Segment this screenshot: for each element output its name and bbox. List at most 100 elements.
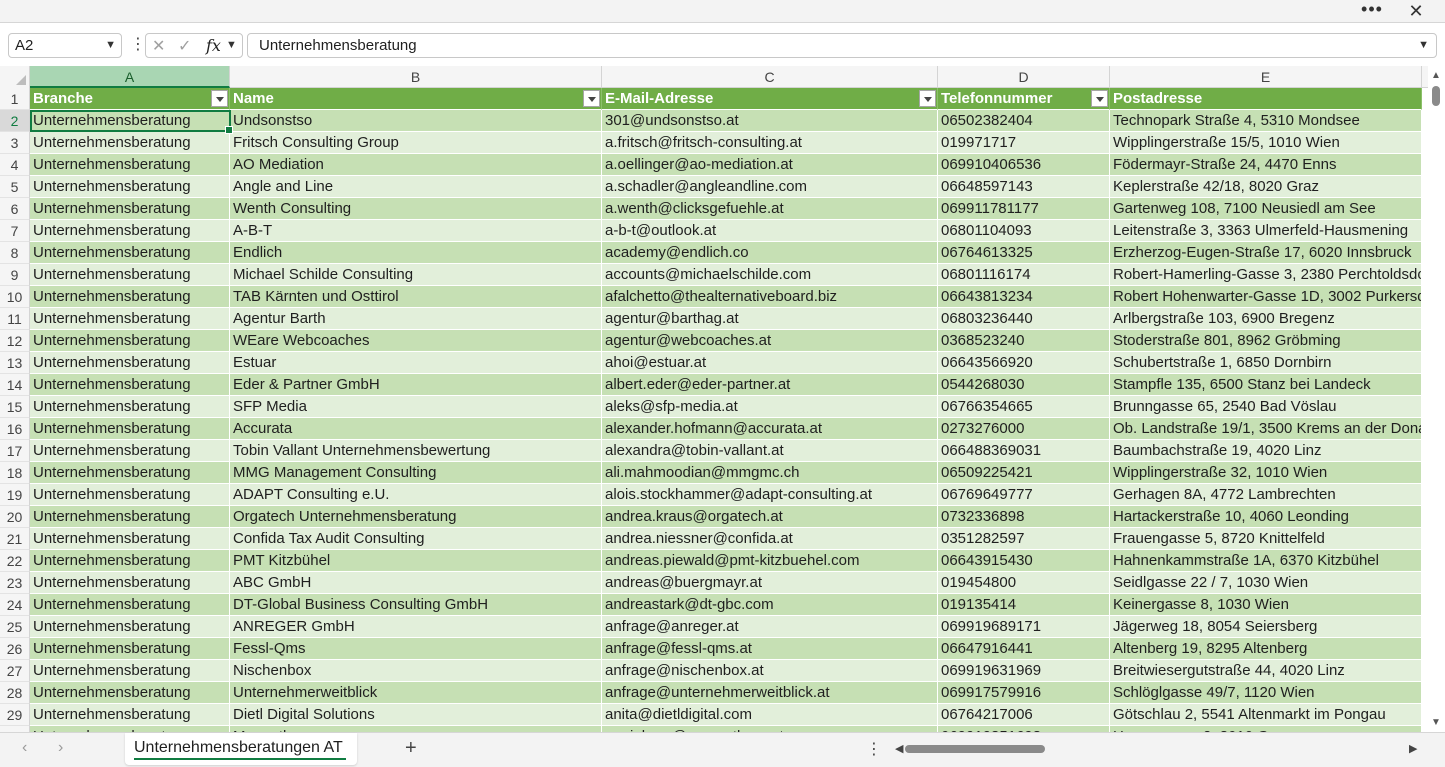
cell-a22[interactable]: Unternehmensberatung <box>30 550 230 572</box>
cell-c6[interactable]: a.wenth@clicksgefuehle.at <box>602 198 938 220</box>
cell-e2[interactable]: Technopark Straße 4, 5310 Mondsee <box>1110 110 1422 132</box>
vertical-scroll-thumb[interactable] <box>1432 86 1440 106</box>
cell-e21[interactable]: Frauengasse 5, 8720 Knittelfeld <box>1110 528 1422 550</box>
row-header-9[interactable]: 9 <box>0 264 30 286</box>
cell-d9[interactable]: 06801116174 <box>938 264 1110 286</box>
header-cell-e[interactable]: Postadresse <box>1110 88 1422 110</box>
cell-d5[interactable]: 06648597143 <box>938 176 1110 198</box>
cell-d17[interactable]: 066488369031 <box>938 440 1110 462</box>
cell-b3[interactable]: Fritsch Consulting Group <box>230 132 602 154</box>
cell-b5[interactable]: Angle and Line <box>230 176 602 198</box>
row-header-24[interactable]: 24 <box>0 594 30 616</box>
cell-b22[interactable]: PMT Kitzbühel <box>230 550 602 572</box>
cell-b18[interactable]: MMG Management Consulting <box>230 462 602 484</box>
cell-d18[interactable]: 06509225421 <box>938 462 1110 484</box>
cell-e26[interactable]: Altenberg 19, 8295 Altenberg <box>1110 638 1422 660</box>
column-header-a[interactable]: A <box>30 66 230 88</box>
row-header-22[interactable]: 22 <box>0 550 30 572</box>
cell-e4[interactable]: Födermayr-Straße 24, 4470 Enns <box>1110 154 1422 176</box>
cell-e17[interactable]: Baumbachstraße 19, 4020 Linz <box>1110 440 1422 462</box>
vertical-scrollbar[interactable]: ▲ ▼ <box>1428 66 1445 732</box>
filter-dropdown-icon[interactable] <box>583 90 600 107</box>
row-header-20[interactable]: 20 <box>0 506 30 528</box>
row-header-4[interactable]: 4 <box>0 154 30 176</box>
cell-b12[interactable]: WEare Webcoaches <box>230 330 602 352</box>
next-sheet-icon[interactable]: › <box>58 739 63 757</box>
cell-b2[interactable]: Undsonstso <box>230 110 602 132</box>
row-header-19[interactable]: 19 <box>0 484 30 506</box>
header-cell-c[interactable]: E-Mail-Adresse <box>602 88 938 110</box>
cell-c14[interactable]: albert.eder@eder-partner.at <box>602 374 938 396</box>
cell-d11[interactable]: 06803236440 <box>938 308 1110 330</box>
cell-e25[interactable]: Jägerweg 18, 8054 Seiersberg <box>1110 616 1422 638</box>
cell-c2[interactable]: 301@undsonstso.at <box>602 110 938 132</box>
sheet-tab-active[interactable]: Unternehmensberatungen AT <box>125 733 357 765</box>
row-header-12[interactable]: 12 <box>0 330 30 352</box>
row-header-2[interactable]: 2 <box>0 110 30 132</box>
sheet-options-icon[interactable]: ⋮ <box>866 739 882 759</box>
cell-d13[interactable]: 06643566920 <box>938 352 1110 374</box>
cell-a25[interactable]: Unternehmensberatung <box>30 616 230 638</box>
row-header-26[interactable]: 26 <box>0 638 30 660</box>
cell-d12[interactable]: 0368523240 <box>938 330 1110 352</box>
cell-e11[interactable]: Arlbergstraße 103, 6900 Bregenz <box>1110 308 1422 330</box>
cancel-icon[interactable]: ✕ <box>152 36 165 56</box>
cell-a16[interactable]: Unternehmensberatung <box>30 418 230 440</box>
cell-e29[interactable]: Götschlau 2, 5541 Altenmarkt im Pongau <box>1110 704 1422 726</box>
cell-d28[interactable]: 069917579916 <box>938 682 1110 704</box>
cell-e9[interactable]: Robert-Hamerling-Gasse 3, 2380 Perchtold… <box>1110 264 1422 286</box>
cell-b16[interactable]: Accurata <box>230 418 602 440</box>
row-header-6[interactable]: 6 <box>0 198 30 220</box>
cell-c17[interactable]: alexandra@tobin-vallant.at <box>602 440 938 462</box>
cell-a8[interactable]: Unternehmensberatung <box>30 242 230 264</box>
cell-e28[interactable]: Schlöglgasse 49/7, 1120 Wien <box>1110 682 1422 704</box>
cell-e15[interactable]: Brunngasse 65, 2540 Bad Vöslau <box>1110 396 1422 418</box>
cell-d15[interactable]: 06766354665 <box>938 396 1110 418</box>
cell-a24[interactable]: Unternehmensberatung <box>30 594 230 616</box>
cell-a4[interactable]: Unternehmensberatung <box>30 154 230 176</box>
cell-c20[interactable]: andrea.kraus@orgatech.at <box>602 506 938 528</box>
cell-b17[interactable]: Tobin Vallant Unternehmensbewertung <box>230 440 602 462</box>
chevron-down-icon[interactable]: ▼ <box>226 39 237 51</box>
cell-b15[interactable]: SFP Media <box>230 396 602 418</box>
cell-a10[interactable]: Unternehmensberatung <box>30 286 230 308</box>
cell-e3[interactable]: Wipplingerstraße 15/5, 1010 Wien <box>1110 132 1422 154</box>
cell-c29[interactable]: anita@dietldigital.com <box>602 704 938 726</box>
cell-a14[interactable]: Unternehmensberatung <box>30 374 230 396</box>
cell-c5[interactable]: a.schadler@angleandline.com <box>602 176 938 198</box>
cell-e6[interactable]: Gartenweg 108, 7100 Neusiedl am See <box>1110 198 1422 220</box>
cell-d26[interactable]: 06647916441 <box>938 638 1110 660</box>
cell-e27[interactable]: Breitwiesergutstraße 44, 4020 Linz <box>1110 660 1422 682</box>
row-header-3[interactable]: 3 <box>0 132 30 154</box>
cell-e16[interactable]: Ob. Landstraße 19/1, 3500 Krems an der D… <box>1110 418 1422 440</box>
row-header-15[interactable]: 15 <box>0 396 30 418</box>
cell-c10[interactable]: afalchetto@thealternativeboard.biz <box>602 286 938 308</box>
row-header-21[interactable]: 21 <box>0 528 30 550</box>
expand-formula-bar-icon[interactable]: ▼ <box>1418 39 1429 51</box>
row-header-11[interactable]: 11 <box>0 308 30 330</box>
row-header-10[interactable]: 10 <box>0 286 30 308</box>
cell-e8[interactable]: Erzherzog-Eugen-Straße 17, 6020 Innsbruc… <box>1110 242 1422 264</box>
cell-a13[interactable]: Unternehmensberatung <box>30 352 230 374</box>
cell-c24[interactable]: andreastark@dt-gbc.com <box>602 594 938 616</box>
cell-c19[interactable]: alois.stockhammer@adapt-consulting.at <box>602 484 938 506</box>
cell-b14[interactable]: Eder & Partner GmbH <box>230 374 602 396</box>
cell-c22[interactable]: andreas.piewald@pmt-kitzbuehel.com <box>602 550 938 572</box>
cell-e14[interactable]: Stampfle 135, 6500 Stanz bei Landeck <box>1110 374 1422 396</box>
cell-a9[interactable]: Unternehmensberatung <box>30 264 230 286</box>
cell-c4[interactable]: a.oellinger@ao-mediation.at <box>602 154 938 176</box>
row-header-23[interactable]: 23 <box>0 572 30 594</box>
select-all-corner[interactable] <box>0 66 30 88</box>
cell-b28[interactable]: Unternehmerweitblick <box>230 682 602 704</box>
close-button[interactable]: ✕ <box>1405 0 1427 22</box>
cell-d24[interactable]: 019135414 <box>938 594 1110 616</box>
cell-d16[interactable]: 0273276000 <box>938 418 1110 440</box>
cell-a29[interactable]: Unternehmensberatung <box>30 704 230 726</box>
cell-b21[interactable]: Confida Tax Audit Consulting <box>230 528 602 550</box>
cell-c7[interactable]: a-b-t@outlook.at <box>602 220 938 242</box>
cell-e18[interactable]: Wipplingerstraße 32, 1010 Wien <box>1110 462 1422 484</box>
vertical-dots-icon[interactable]: ⋮ <box>130 37 146 53</box>
cell-d10[interactable]: 06643813234 <box>938 286 1110 308</box>
cell-a3[interactable]: Unternehmensberatung <box>30 132 230 154</box>
column-header-d[interactable]: D <box>938 66 1110 88</box>
